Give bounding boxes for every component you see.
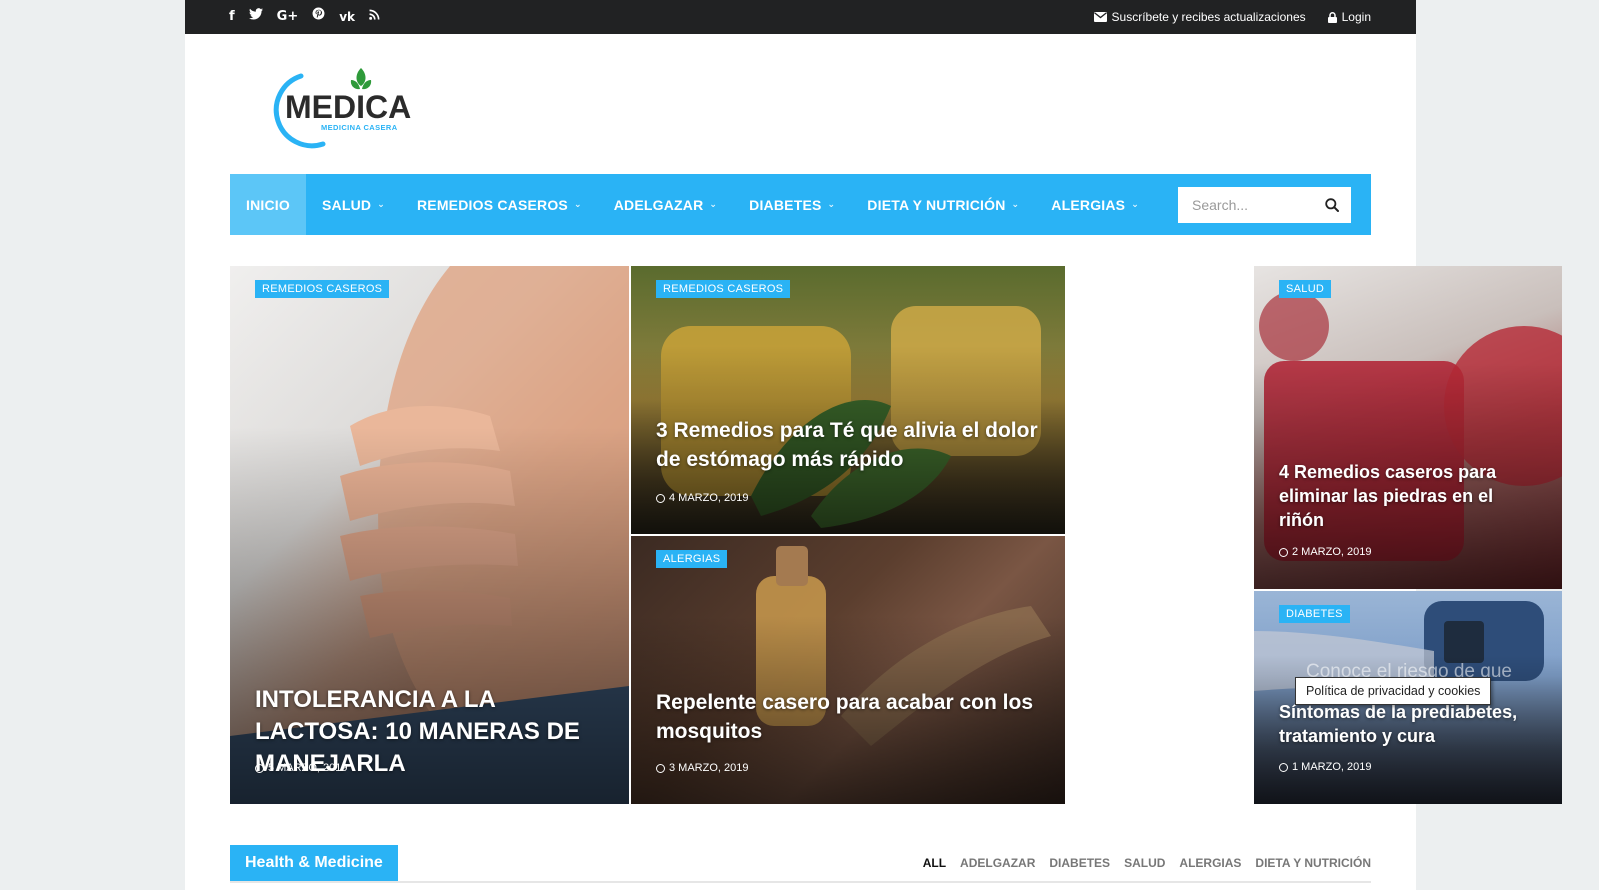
nav-item-label: DIABETES xyxy=(749,196,822,213)
nav-item-salud[interactable]: SALUD ⌄ xyxy=(306,174,401,235)
twitter-icon[interactable] xyxy=(248,0,263,34)
main-nav: INICIO SALUD ⌄ REMEDIOS CASEROS ⌄ ADELGAZAR ⌄ D… xyxy=(230,174,1371,235)
site-logo[interactable]: MEDICA MEDICINA CASERA xyxy=(265,58,425,152)
chevron-down-icon: ⌄ xyxy=(827,199,836,210)
lock-icon xyxy=(1327,11,1337,23)
post-title[interactable]: Síntomas de la prediabetes, tratamiento … xyxy=(1279,700,1540,748)
nav-item-diabetes[interactable]: DIABETES ⌄ xyxy=(733,174,851,235)
logo-tagline: MEDICINA CASERA xyxy=(321,123,398,132)
nav-item-label: SALUD xyxy=(321,196,372,213)
category-badge[interactable]: ALERGIAS xyxy=(656,550,728,568)
post-title[interactable]: 3 Remedios para Té que alivia el dolor d… xyxy=(656,416,1043,474)
nav-item-label: REMEDIOS CASEROS xyxy=(416,196,568,213)
search-box xyxy=(1178,187,1351,223)
privacy-tooltip[interactable]: Política de privacidad y cookies xyxy=(1295,677,1492,705)
featured-post-2[interactable]: REMEDIOS CASEROS 3 Remedios para Té que … xyxy=(631,266,1065,534)
social-links: f G+ vk xyxy=(229,0,380,34)
google-plus-icon[interactable]: G+ xyxy=(277,0,299,34)
nav-item-alergias[interactable]: ALERGIAS ⌄ xyxy=(1035,174,1155,235)
post-date: 3 MARZO, 2019 xyxy=(656,762,748,774)
clock-icon xyxy=(656,493,665,503)
top-bar-actions: Suscríbete y recibes actualizaciones Log… xyxy=(1093,0,1371,34)
site-container: f G+ vk Suscríbete y recibes actualizaci… xyxy=(185,0,1562,890)
chevron-down-icon: ⌄ xyxy=(573,199,582,210)
category-badge[interactable]: REMEDIOS CASEROS xyxy=(255,280,390,298)
nav-item-label: INICIO xyxy=(246,196,290,213)
filter-tab[interactable]: ALL xyxy=(923,856,946,870)
subscribe-label: Suscríbete y recibes actualizaciones xyxy=(1111,10,1306,24)
category-badge[interactable]: REMEDIOS CASEROS xyxy=(656,280,791,298)
pinterest-icon[interactable] xyxy=(312,0,325,34)
nav-item-label: DIETA Y NUTRICIÓN xyxy=(867,196,1006,213)
section-title: Health & Medicine xyxy=(230,845,398,881)
post-date: 1 MARZO, 2019 xyxy=(1279,761,1371,773)
post-date-label: 5 MARZO, 2019 xyxy=(268,762,348,774)
rss-icon[interactable] xyxy=(369,0,380,34)
chevron-down-icon: ⌄ xyxy=(1131,199,1139,210)
post-date-label: 4 MARZO, 2019 xyxy=(669,492,749,504)
clock-icon xyxy=(255,763,264,773)
post-title[interactable]: 4 Remedios caseros para eliminar las pie… xyxy=(1279,460,1540,532)
section-header: Health & Medicine ALL ADELGAZAR DIABETES SA… xyxy=(230,845,1371,883)
section-filters: ALL ADELGAZAR DIABETES SALUD ALERGIAS DIETA Y… xyxy=(923,845,1371,881)
clock-icon xyxy=(1279,762,1288,772)
clock-icon xyxy=(656,763,665,773)
clock-icon xyxy=(1279,547,1288,557)
filter-tab[interactable]: ALERGIAS xyxy=(1179,856,1241,870)
post-date-label: 3 MARZO, 2019 xyxy=(669,762,749,774)
chevron-down-icon: ⌄ xyxy=(377,199,385,210)
filter-tab[interactable]: DIETA Y NUTRICIÓN xyxy=(1255,856,1371,870)
search-icon[interactable] xyxy=(1325,198,1339,212)
nav-items: INICIO SALUD ⌄ REMEDIOS CASEROS ⌄ ADELGAZAR ⌄ D… xyxy=(230,174,1155,235)
subscribe-link[interactable]: Suscríbete y recibes actualizaciones xyxy=(1093,10,1306,24)
filter-tab[interactable]: DIABETES xyxy=(1049,856,1110,870)
featured-post-1[interactable]: REMEDIOS CASEROS INTOLERANCIA A LA LACTO… xyxy=(230,266,629,804)
featured-post-4[interactable]: ALERGIAS Repelente casero para acabar co… xyxy=(631,536,1065,804)
post-title[interactable]: Repelente casero para acabar con los mos… xyxy=(656,688,1043,746)
featured-post-3[interactable]: SALUD 4 Remedios caseros para eliminar l… xyxy=(1254,266,1562,589)
nav-item-label: ADELGAZAR xyxy=(613,196,704,213)
post-date-label: 2 MARZO, 2019 xyxy=(1292,546,1372,558)
nav-item-dieta-y-nutrición[interactable]: DIETA Y NUTRICIÓN ⌄ xyxy=(851,174,1035,235)
envelope-icon xyxy=(1093,12,1107,22)
login-label: Login xyxy=(1341,10,1371,24)
top-bar: f G+ vk Suscríbete y recibes actualizaci… xyxy=(185,0,1416,34)
filter-tab[interactable]: SALUD xyxy=(1124,856,1165,870)
chevron-down-icon: ⌄ xyxy=(709,199,718,210)
post-date: 4 MARZO, 2019 xyxy=(656,492,748,504)
search-input[interactable] xyxy=(1178,187,1336,223)
nav-item-inicio[interactable]: INICIO xyxy=(230,174,306,235)
category-badge[interactable]: SALUD xyxy=(1279,280,1332,298)
facebook-icon[interactable]: f xyxy=(229,0,235,34)
login-link[interactable]: Login xyxy=(1327,10,1371,24)
filter-tab[interactable]: ADELGAZAR xyxy=(960,856,1035,870)
vk-icon[interactable]: vk xyxy=(339,0,355,34)
post-date: 5 MARZO, 2019 xyxy=(255,762,347,774)
post-date-label: 1 MARZO, 2019 xyxy=(1292,761,1372,773)
nav-item-remedios-caseros[interactable]: REMEDIOS CASEROS ⌄ xyxy=(401,174,598,235)
nav-item-label: ALERGIAS xyxy=(1051,196,1126,213)
nav-item-adelgazar[interactable]: ADELGAZAR ⌄ xyxy=(598,174,733,235)
post-date: 2 MARZO, 2019 xyxy=(1279,546,1371,558)
chevron-down-icon: ⌄ xyxy=(1011,199,1020,210)
logo-wordmark: MEDICA xyxy=(285,89,411,125)
category-badge[interactable]: DIABETES xyxy=(1279,605,1350,623)
